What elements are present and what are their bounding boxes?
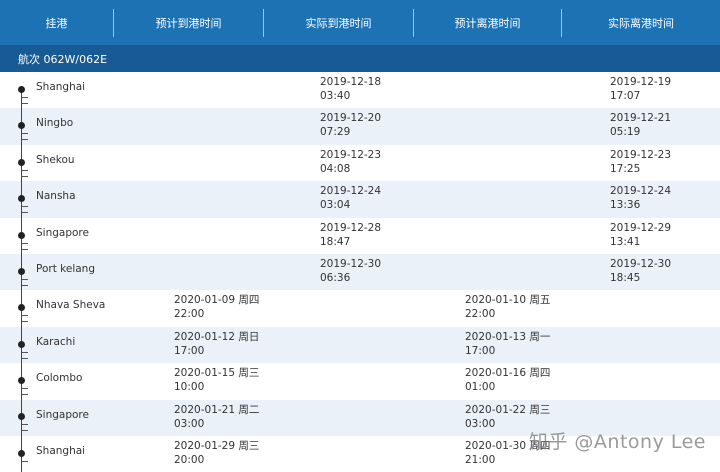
actual-departure: 2019-12-19 17:07 — [610, 76, 672, 102]
actual-departure: 2019-12-30 18:45 — [610, 257, 672, 284]
port-name: Karachi — [36, 335, 76, 348]
header-col-port: 挂港 — [0, 8, 114, 37]
header-col-act-departure: 实际离港时间 — [608, 16, 674, 30]
port-name: Nansha — [36, 190, 76, 203]
actual-arrival: 2019-12-18 03:40 — [320, 76, 382, 102]
actual-departure: 2019-12-21 05:19 — [610, 112, 672, 139]
actual-arrival: 2019-12-28 18:47 — [320, 221, 382, 248]
table-row: Ningbo 2019-12-20 07:29 2019-12-21 05:19 — [0, 108, 720, 145]
header-col-est-departure: 预计离港时间 — [414, 8, 562, 37]
table-row: Singapore 2019-12-28 18:47 2019-12-29 13… — [0, 217, 720, 254]
table-row: Nansha 2019-12-24 03:04 2019-12-24 13:36 — [0, 181, 720, 218]
actual-arrival: 2019-12-24 03:04 — [320, 185, 382, 212]
header-col-act-arrival: 实际到港时间 — [264, 8, 414, 37]
watermark: 知乎 @Antony Lee — [528, 431, 706, 453]
estimated-departure: 2020-01-10 周五 22:00 — [465, 294, 551, 321]
port-rows: Shanghai 2019-12-18 03:40 2019-12-19 17:… — [0, 72, 720, 472]
actual-departure: 2019-12-29 13:41 — [610, 221, 672, 248]
estimated-arrival: 2020-01-09 周四 22:00 — [174, 294, 260, 321]
header-col-est-arrival: 预计到港时间 — [114, 8, 264, 37]
table-row: Shekou 2019-12-23 04:08 2019-12-23 17:25 — [0, 144, 720, 182]
table-header: 挂港 预计到港时间 实际到港时间 预计离港时间 实际离港时间 — [0, 0, 720, 45]
port-name: Ningbo — [36, 117, 74, 130]
port-name: Nhava Sheva — [36, 299, 106, 312]
actual-arrival: 2019-12-20 07:29 — [320, 112, 382, 139]
voyage-label: 航次 062W/062E — [18, 52, 108, 66]
port-name: Shanghai — [36, 81, 86, 93]
actual-departure: 2019-12-24 13:36 — [610, 185, 672, 212]
actual-departure: 2019-12-23 17:25 — [610, 148, 672, 175]
estimated-arrival: 2020-01-12 周日 17:00 — [174, 330, 260, 357]
port-name: Shanghai — [36, 444, 86, 457]
actual-arrival: 2019-12-23 04:08 — [320, 148, 382, 175]
estimated-arrival: 2020-01-15 周三 10:00 — [174, 367, 260, 394]
actual-arrival: 2019-12-30 06:36 — [320, 257, 382, 284]
estimated-arrival: 2020-01-29 周三 20:00 — [174, 439, 260, 466]
port-name: Singapore — [36, 408, 89, 421]
port-name: Singapore — [36, 226, 89, 239]
estimated-arrival: 2020-01-21 周二 03:00 — [174, 403, 260, 430]
table-row: Colombo 2020-01-15 周三 10:00 2020-01-16 周… — [0, 363, 720, 400]
estimated-departure: 2020-01-16 周四 01:00 — [465, 367, 551, 394]
port-name: Port kelang — [36, 262, 95, 275]
table-row: Shanghai 2019-12-18 03:40 2019-12-19 17:… — [0, 72, 720, 109]
table-row: Port kelang 2019-12-30 06:36 2019-12-30 … — [0, 253, 720, 291]
table-row: Nhava Sheva 2020-01-09 周四 22:00 2020-01-… — [0, 290, 720, 327]
table-row: Karachi 2020-01-12 周日 17:00 2020-01-13 周… — [0, 326, 720, 364]
voyage-bar[interactable]: 航次 062W/062E — [0, 45, 720, 72]
estimated-departure: 2020-01-13 周一 17:00 — [465, 330, 551, 357]
port-name: Shekou — [36, 153, 75, 166]
port-name: Colombo — [36, 372, 83, 385]
